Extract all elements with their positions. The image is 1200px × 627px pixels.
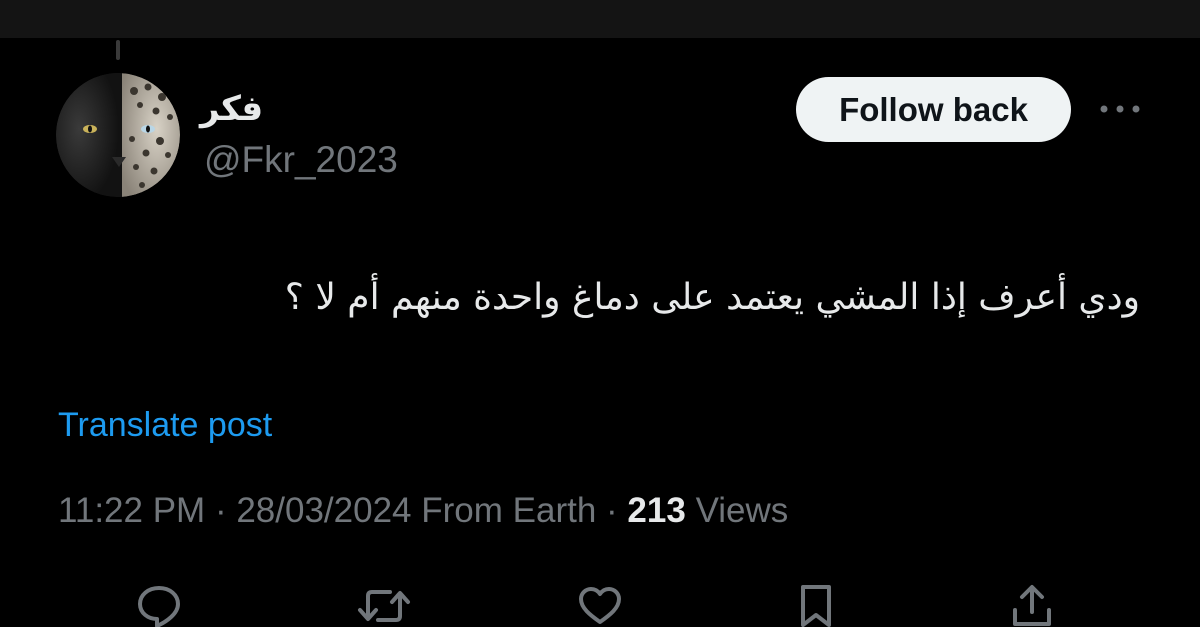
post-meta: 11:22 PM · 28/03/2024 From Earth · 213 V… — [58, 488, 788, 534]
share-icon — [1013, 585, 1051, 626]
translate-post-link[interactable]: Translate post — [58, 403, 272, 447]
avatar[interactable] — [56, 73, 180, 197]
bookmark-icon — [801, 585, 831, 627]
reply-button[interactable] — [135, 582, 183, 627]
more-options-button[interactable] — [1096, 94, 1144, 124]
share-button[interactable] — [1008, 582, 1056, 627]
post-text: ودي أعرف إذا المشي يعتمد على دماغ واحدة … — [284, 277, 1140, 318]
post-time[interactable]: 11:22 PM — [58, 491, 205, 530]
bookmark-button[interactable] — [792, 582, 840, 627]
post-date[interactable]: 28/03/2024 — [236, 491, 411, 530]
follow-back-button[interactable]: Follow back — [796, 77, 1071, 142]
top-bar — [0, 0, 1200, 38]
action-bar — [0, 572, 1200, 627]
repost-icon — [358, 590, 410, 622]
author-handle[interactable]: @Fkr_2023 — [204, 138, 398, 182]
like-button[interactable] — [576, 582, 624, 627]
views-label[interactable]: Views — [696, 491, 789, 530]
reply-icon — [138, 586, 180, 627]
post-location: From Earth — [421, 491, 597, 530]
thread-line — [116, 40, 120, 60]
meta-separator: · — [606, 491, 618, 530]
author-display-name[interactable]: فكر — [200, 88, 263, 130]
more-icon — [1100, 105, 1140, 113]
meta-separator: · — [214, 491, 227, 530]
views-count[interactable]: 213 — [627, 491, 685, 530]
post-page: فكر @Fkr_2023 Follow back ودي أعرف إذا ا… — [0, 0, 1200, 627]
like-icon — [579, 587, 621, 624]
repost-button[interactable] — [356, 582, 412, 627]
avatar-image — [56, 73, 180, 197]
